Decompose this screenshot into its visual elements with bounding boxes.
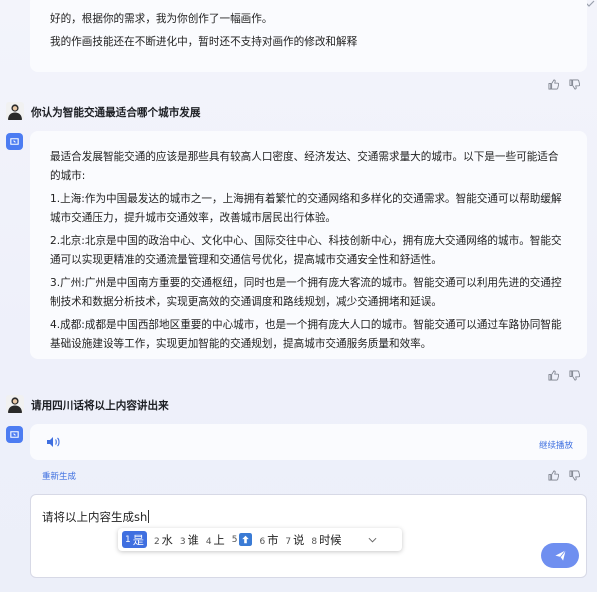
thumb-up-icon[interactable] [548, 79, 559, 90]
feedback-actions [548, 79, 580, 90]
ime-candidate[interactable]: 2水 [154, 532, 173, 548]
user-question: 请用四川话将以上内容讲出来 [31, 400, 169, 412]
answer-item: 4.成都:成都是中国西部地区重要的中心城市，也是一个拥有庞大人口的城市。智能交通… [50, 319, 562, 350]
ai-message-previous: 好的，根据你的需求，我为你创作了一幅画作。 我的作画技能还在不断进化中，暂时还不… [30, 0, 587, 72]
user-avatar [6, 102, 24, 120]
message-line: 我的作画技能还在不断进化中，暂时还不支持对画作的修改和解释 [50, 36, 358, 48]
text-caret [148, 510, 150, 523]
chat-input-value: 请将以上内容生成sh [42, 510, 148, 524]
ai-audio-answer: 继续播放 [30, 424, 587, 460]
ime-candidate-emoji[interactable]: 5 [232, 533, 253, 546]
answer-item: 1.上海:作为中国最发达的城市之一，上海拥有着繁忙的交通网络和多样化的交通需求。… [50, 193, 562, 224]
ime-candidate[interactable]: 8 时候 [311, 532, 341, 548]
feedback-actions [548, 470, 580, 481]
ai-avatar [6, 133, 23, 150]
ime-candidate-bar: 1是 2水 3谁 4上 5 6市 7说 8 时候 [118, 528, 402, 551]
send-icon [554, 550, 566, 561]
message-line: 好的，根据你的需求，我为你创作了一幅画作。 [50, 13, 273, 25]
ime-candidate[interactable]: 4上 [206, 532, 225, 548]
answer-intro: 最适合发展智能交通的应该是那些具有较高人口密度、经济发达、交通需求量大的城市。以… [50, 151, 559, 182]
thumb-up-icon[interactable] [548, 370, 559, 381]
ime-candidate[interactable]: 7说 [285, 532, 304, 548]
ai-answer: 最适合发展智能交通的应该是那些具有较高人口密度、经济发达、交通需求量大的城市。以… [30, 131, 587, 359]
thumb-down-icon[interactable] [569, 470, 580, 481]
send-button[interactable] [541, 543, 579, 568]
thumb-down-icon[interactable] [569, 370, 580, 381]
arrow-up-emoji-icon [239, 533, 253, 546]
speaker-icon[interactable] [46, 436, 62, 448]
ai-avatar [6, 426, 23, 443]
thumb-down-icon[interactable] [569, 79, 580, 90]
thumb-up-icon[interactable] [548, 470, 559, 481]
chat-input-text[interactable]: 请将以上内容生成sh [42, 509, 150, 525]
chevron-down-icon[interactable] [368, 537, 377, 543]
user-question: 你认为智能交通最适合哪个城市发展 [31, 107, 201, 119]
ime-candidate[interactable]: 3谁 [180, 532, 199, 548]
user-avatar [6, 395, 24, 413]
feedback-actions [548, 370, 580, 381]
continue-playback-link[interactable]: 继续播放 [539, 437, 573, 456]
answer-item: 3.广州:广州是中国南方重要的交通枢纽，同时也是一个拥有庞大客流的城市。智能交通… [50, 277, 562, 308]
regenerate-link[interactable]: 重新生成 [42, 470, 76, 482]
ime-candidate[interactable]: 1是 [122, 531, 147, 548]
ime-candidate[interactable]: 6市 [259, 532, 278, 548]
answer-item: 2.北京:北京是中国的政治中心、文化中心、国际交往中心、科技创新中心，拥有庞大交… [50, 235, 562, 266]
